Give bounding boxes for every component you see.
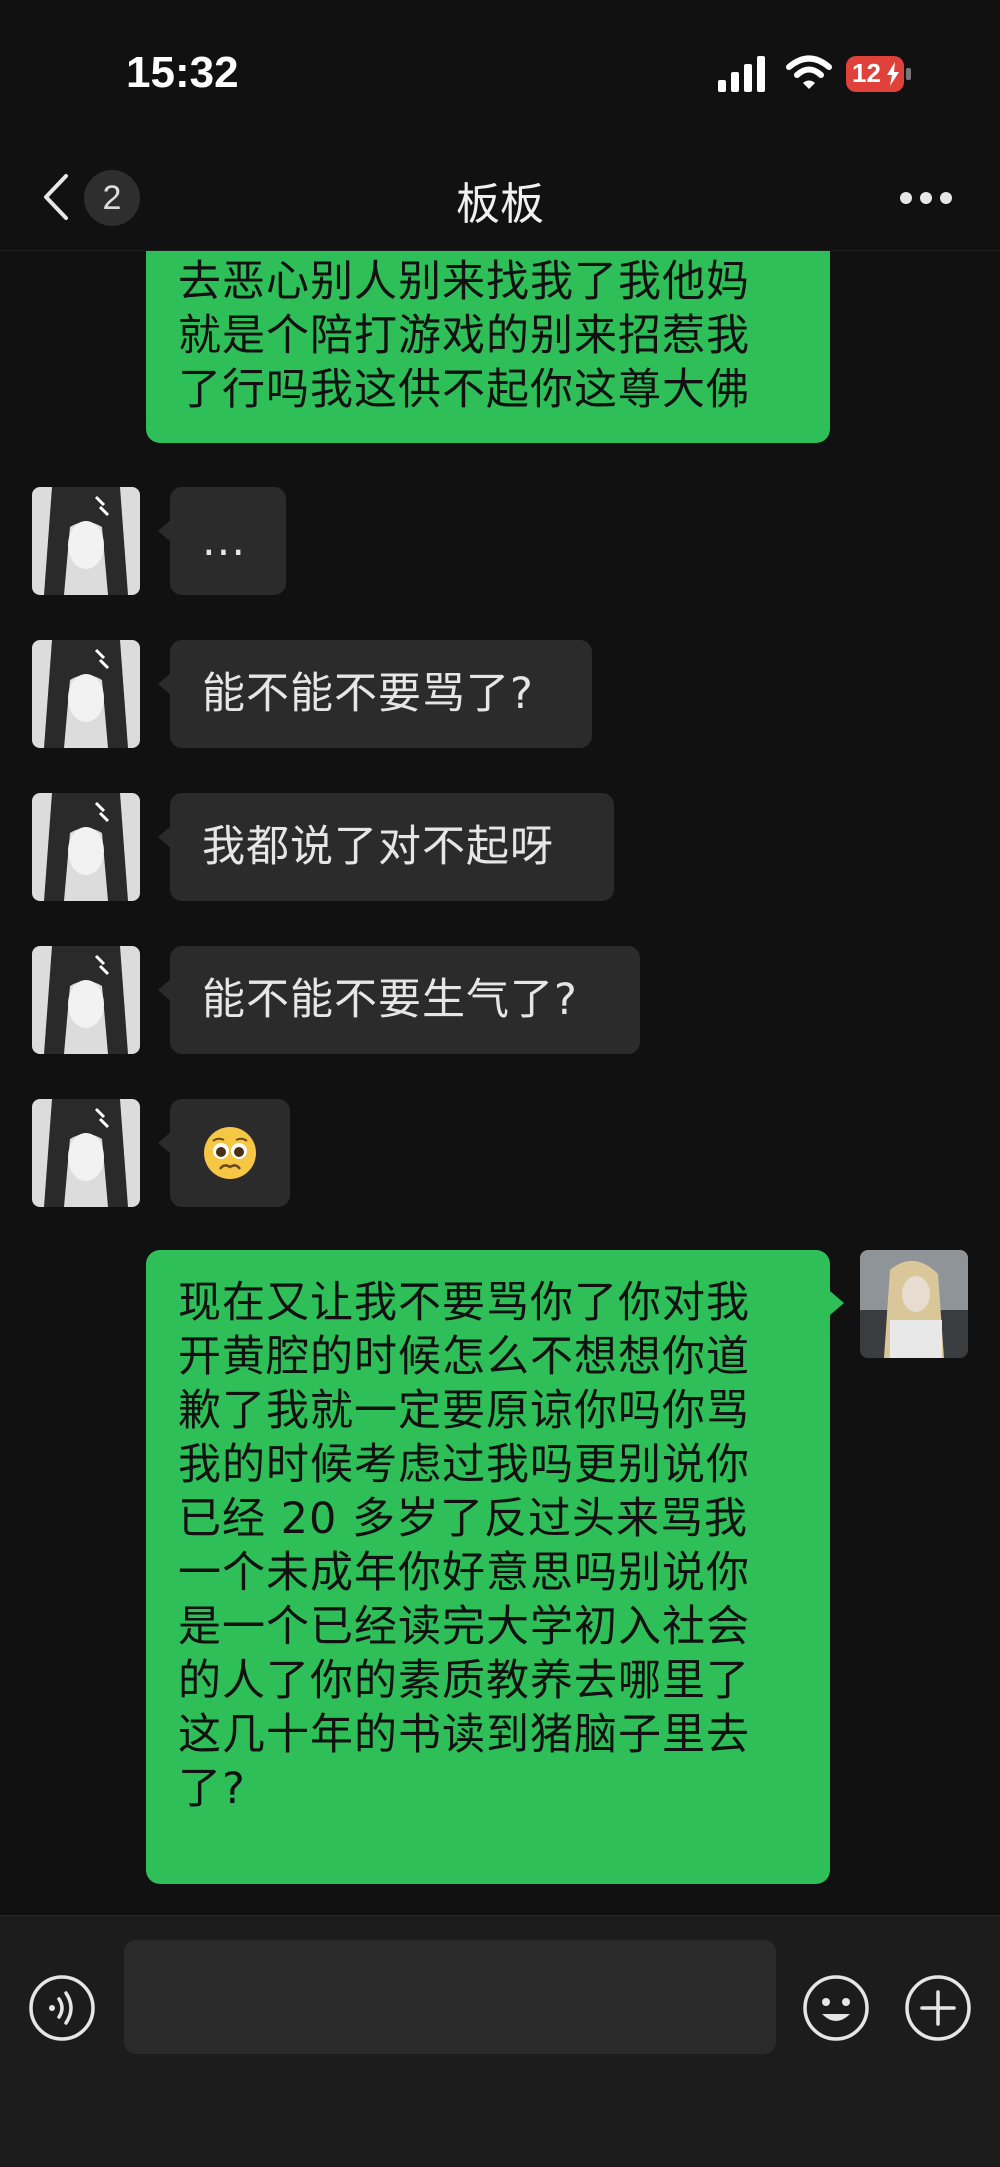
message-line: 去恶心别人别来找我了我他妈: [178, 257, 750, 307]
contact-avatar-image: [32, 793, 140, 901]
battery-level: 12: [852, 58, 881, 88]
input-bar: [0, 1915, 1000, 2167]
charging-bolt-icon: [887, 62, 899, 86]
message-line: 就是个陪打游戏的别来招惹我: [178, 311, 750, 361]
chat-title: 板板: [456, 179, 544, 230]
incoming-message-bubble[interactable]: 能不能不要骂了?: [170, 640, 592, 748]
emoji-picker-icon[interactable]: [802, 1974, 870, 2042]
outgoing-message-bubble[interactable]: 去恶心别人别来找我了我他妈 就是个陪打游戏的别来招惹我 了行吗我这供不起你这尊大…: [146, 251, 830, 443]
battery-indicator: 12: [846, 56, 912, 92]
contact-avatar-image: [32, 487, 140, 595]
contact-avatar[interactable]: [32, 946, 140, 1054]
incoming-message-bubble[interactable]: 能不能不要生气了?: [170, 946, 640, 1054]
message-text: 能不能不要生气了?: [202, 975, 578, 1025]
incoming-message-bubble[interactable]: 我都说了对不起呀: [170, 793, 614, 901]
self-avatar[interactable]: [860, 1250, 968, 1358]
incoming-message-bubble[interactable]: ...: [170, 487, 286, 595]
message-line: 一个未成年你好意思吗别说你: [178, 1548, 750, 1598]
contact-avatar-image: [32, 1099, 140, 1207]
message-line: 了行吗我这供不起你这尊大佛: [178, 365, 750, 415]
message-line: 是一个已经读完大学初入社会: [178, 1602, 750, 1652]
contact-avatar-image: [32, 640, 140, 748]
contact-avatar[interactable]: [32, 487, 140, 595]
message-line: 我的时候考虑过我吗更别说你: [178, 1440, 750, 1490]
message-line: 现在又让我不要骂你了你对我: [178, 1278, 750, 1328]
message-input[interactable]: [124, 1940, 776, 2054]
contact-avatar-image: [32, 946, 140, 1054]
message-line: 歉了我就一定要原谅你吗你骂: [178, 1386, 750, 1436]
message-line: 的人了你的素质教养去哪里了: [178, 1656, 750, 1706]
contact-avatar[interactable]: [32, 640, 140, 748]
self-avatar-image: [860, 1250, 968, 1358]
bubble-tail: [830, 1291, 844, 1315]
add-attachment-icon[interactable]: [904, 1974, 972, 2042]
message-text: 我都说了对不起呀: [202, 822, 554, 872]
message-line: 这几十年的书读到猪脑子里去: [178, 1710, 750, 1760]
pleading-face-emoji-icon: [204, 1127, 256, 1179]
chat-header: 2 板板: [0, 150, 1000, 251]
message-text: 能不能不要骂了?: [202, 669, 534, 719]
contact-avatar[interactable]: [32, 1099, 140, 1207]
wifi-icon: [786, 55, 832, 89]
incoming-message-bubble[interactable]: [170, 1099, 290, 1207]
status-bar: 15:32 12: [0, 0, 1000, 150]
message-line: 了?: [178, 1764, 246, 1814]
contact-avatar[interactable]: [32, 793, 140, 901]
message-list[interactable]: 去恶心别人别来找我了我他妈 就是个陪打游戏的别来招惹我 了行吗我这供不起你这尊大…: [0, 251, 1000, 1915]
more-options-icon[interactable]: [898, 190, 954, 206]
message-text: ...: [202, 516, 247, 566]
message-line: 已经 20 多岁了反过头来骂我: [178, 1494, 749, 1544]
voice-input-icon[interactable]: [28, 1974, 96, 2042]
outgoing-message-bubble[interactable]: 现在又让我不要骂你了你对我 开黄腔的时候怎么不想想你道 歉了我就一定要原谅你吗你…: [146, 1250, 830, 1884]
status-time: 15:32: [126, 48, 239, 97]
message-line: 开黄腔的时候怎么不想想你道: [178, 1332, 750, 1382]
battery-tip: [906, 68, 911, 80]
cellular-signal-icon: [718, 56, 765, 92]
